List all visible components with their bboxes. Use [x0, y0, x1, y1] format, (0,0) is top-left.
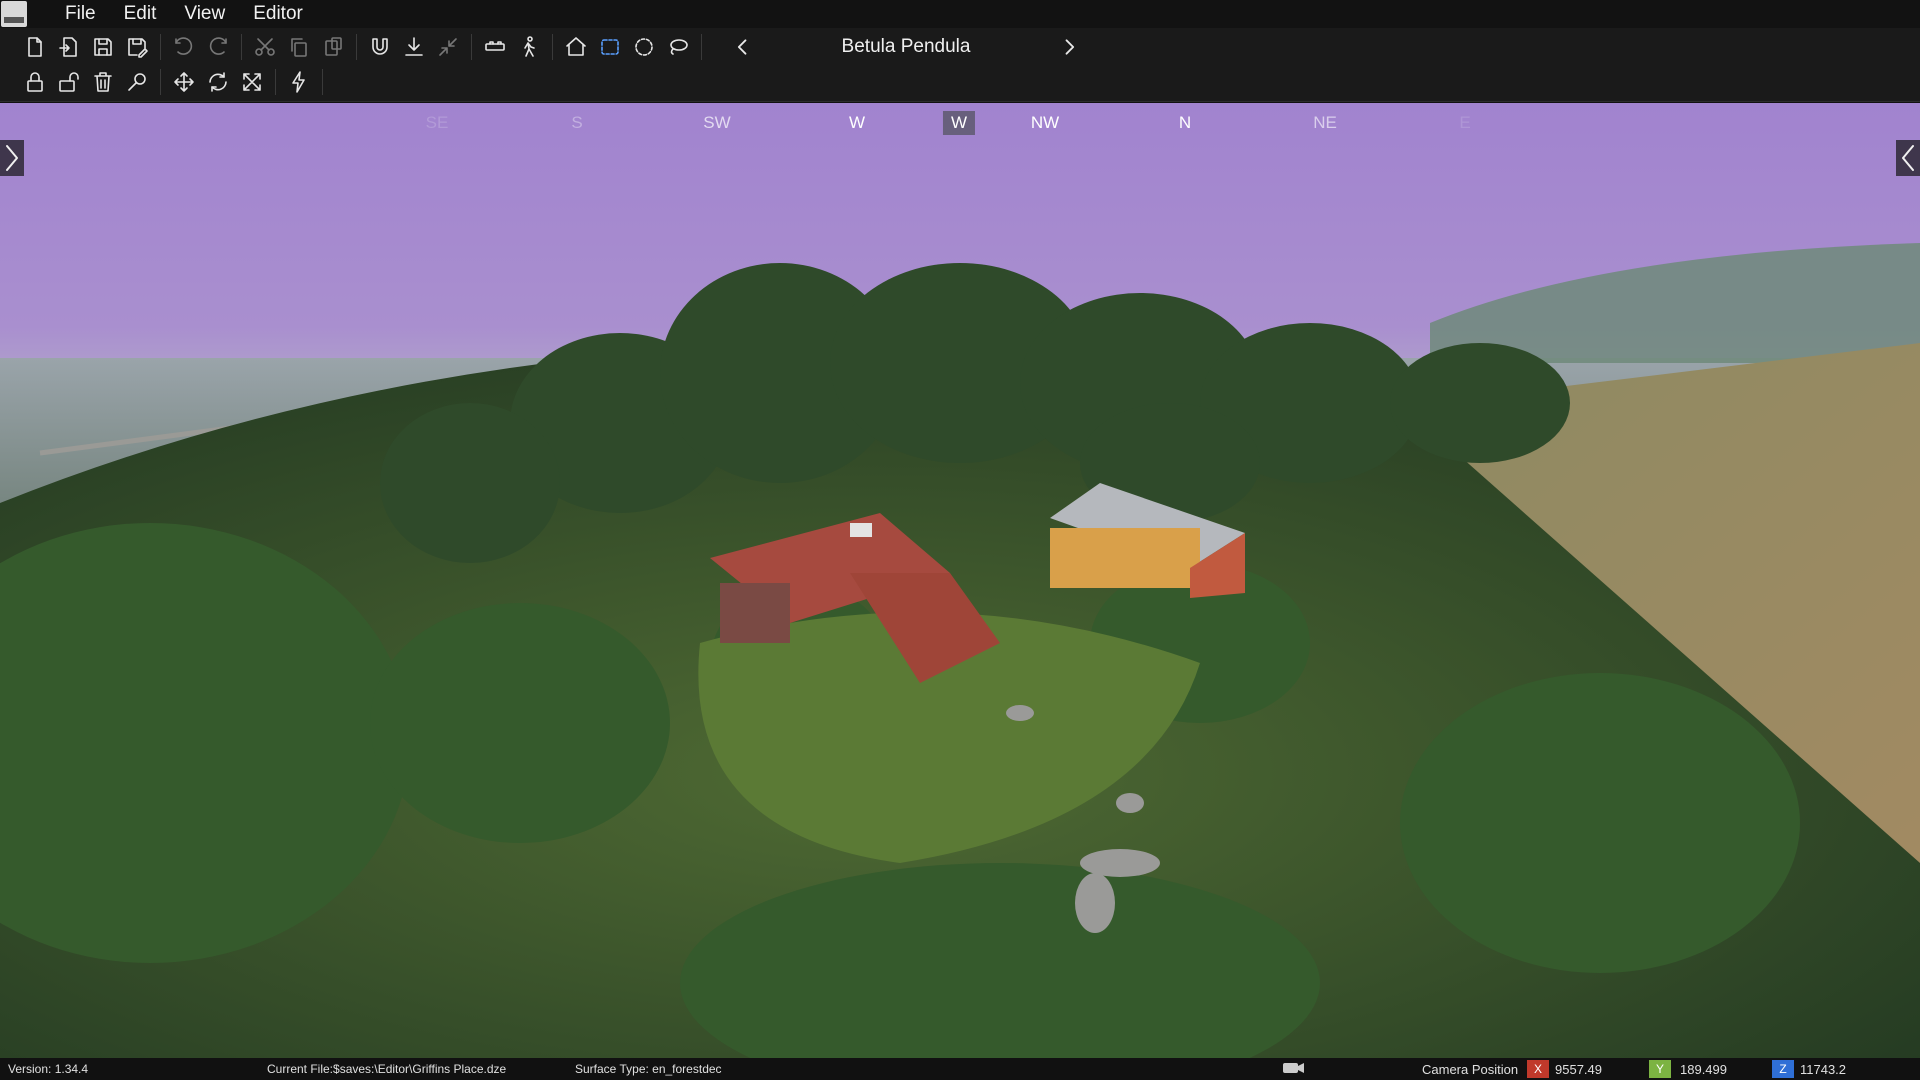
- home-icon[interactable]: [559, 32, 593, 62]
- redo-icon[interactable]: [201, 32, 235, 62]
- x-axis-badge: X: [1527, 1060, 1549, 1078]
- walk-mode-icon[interactable]: [512, 32, 546, 62]
- magnet-snap-icon[interactable]: [363, 32, 397, 62]
- app-logo-icon: [1, 1, 27, 27]
- rotate-icon[interactable]: [201, 67, 235, 97]
- ground-drop-icon[interactable]: [397, 32, 431, 62]
- right-panel-toggle[interactable]: [1896, 140, 1920, 176]
- toolbar-separator: [552, 34, 553, 60]
- circle-select-icon[interactable]: [627, 32, 661, 62]
- menu-bar: File Edit View Editor: [0, 0, 1920, 28]
- next-object-button[interactable]: [1054, 32, 1084, 62]
- camera-z-value: 11743.2: [1800, 1062, 1847, 1077]
- toolbar-row-2: [18, 65, 329, 99]
- camera-position-label: Camera Position: [1422, 1062, 1519, 1077]
- scale-icon[interactable]: [235, 67, 269, 97]
- object-browser: Betula Pendula: [728, 30, 1084, 64]
- toolbar-separator: [160, 69, 161, 95]
- trash-icon[interactable]: [86, 67, 120, 97]
- z-axis-badge: Z: [1772, 1060, 1794, 1078]
- lock-icon[interactable]: [18, 67, 52, 97]
- camera-x-value: 9557.49: [1555, 1062, 1602, 1077]
- toolbar-separator: [356, 34, 357, 60]
- search-icon[interactable]: [120, 67, 154, 97]
- lightning-icon[interactable]: [282, 67, 316, 97]
- copy-icon[interactable]: [282, 32, 316, 62]
- save-icon[interactable]: [86, 32, 120, 62]
- previous-object-button[interactable]: [728, 32, 758, 62]
- toolbar-separator: [322, 69, 323, 95]
- toolbar-separator: [471, 34, 472, 60]
- toolbar-row-1: [18, 30, 708, 64]
- open-file-icon[interactable]: [52, 32, 86, 62]
- chevron-right-icon: [1065, 39, 1075, 55]
- toolbar: Betula Pendula: [0, 28, 1920, 102]
- current-file-label: Current File:$saves:\Editor\Griffins Pla…: [267, 1062, 507, 1076]
- scene-render: [0, 103, 1920, 1058]
- menu-editor[interactable]: Editor: [239, 0, 317, 28]
- toolbar-separator: [160, 34, 161, 60]
- version-label: Version: 1.34.4: [8, 1062, 89, 1076]
- menu-edit[interactable]: Edit: [110, 0, 171, 28]
- box-select-icon[interactable]: [593, 32, 627, 62]
- left-panel-toggle[interactable]: [0, 140, 24, 176]
- undo-icon[interactable]: [167, 32, 201, 62]
- unlock-icon[interactable]: [52, 67, 86, 97]
- chevron-left-icon: [737, 39, 747, 55]
- chevron-right-icon: [6, 145, 18, 171]
- toolbar-separator: [701, 34, 702, 60]
- collapse-icon[interactable]: [431, 32, 465, 62]
- current-object-name: Betula Pendula: [841, 36, 971, 57]
- surface-type-label: Surface Type: en_forestdec: [575, 1062, 722, 1076]
- save-as-icon[interactable]: [120, 32, 154, 62]
- lasso-select-icon[interactable]: [661, 32, 695, 62]
- chevron-left-icon: [1902, 145, 1914, 171]
- 3d-viewport[interactable]: [0, 103, 1920, 1058]
- cut-icon[interactable]: [248, 32, 282, 62]
- menu-file[interactable]: File: [51, 0, 110, 28]
- video-camera-icon: [1282, 1061, 1306, 1078]
- move-icon[interactable]: [167, 67, 201, 97]
- status-bar: Version: 1.34.4 Current File:$saves:\Edi…: [0, 1058, 1920, 1080]
- camera-y-value: 189.499: [1680, 1062, 1727, 1077]
- toolbar-separator: [275, 69, 276, 95]
- new-file-icon[interactable]: [18, 32, 52, 62]
- toolbar-separator: [241, 34, 242, 60]
- paste-icon[interactable]: [316, 32, 350, 62]
- binoculars-icon[interactable]: [478, 32, 512, 62]
- y-axis-badge: Y: [1649, 1060, 1671, 1078]
- menu-view[interactable]: View: [170, 0, 239, 28]
